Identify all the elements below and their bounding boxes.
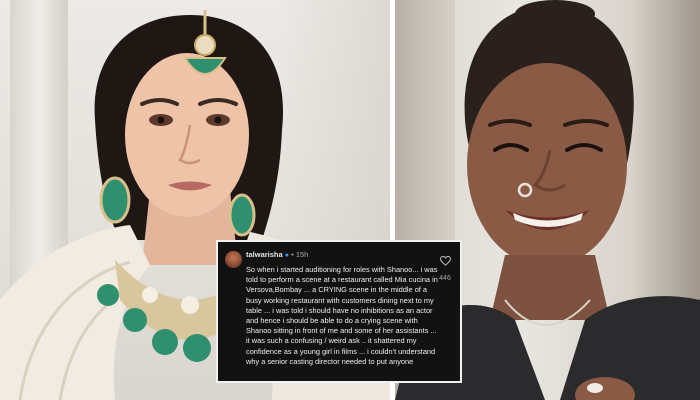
- verified-badge-icon: ●: [284, 252, 290, 259]
- comment-time: 15h: [295, 250, 309, 259]
- heart-outline-icon[interactable]: [438, 256, 452, 266]
- comment-meta: talwarisha ● • 15h: [246, 250, 438, 261]
- avatar[interactable]: [225, 251, 242, 268]
- comment-text: So when i started auditioning for roles …: [246, 265, 438, 366]
- instagram-comment-card: talwarisha ● • 15h So when i started aud…: [216, 240, 462, 383]
- like-count: 446: [439, 275, 451, 282]
- like-control[interactable]: 446: [438, 256, 452, 282]
- comment-username[interactable]: talwarisha: [246, 250, 283, 259]
- meta-separator: •: [291, 250, 294, 259]
